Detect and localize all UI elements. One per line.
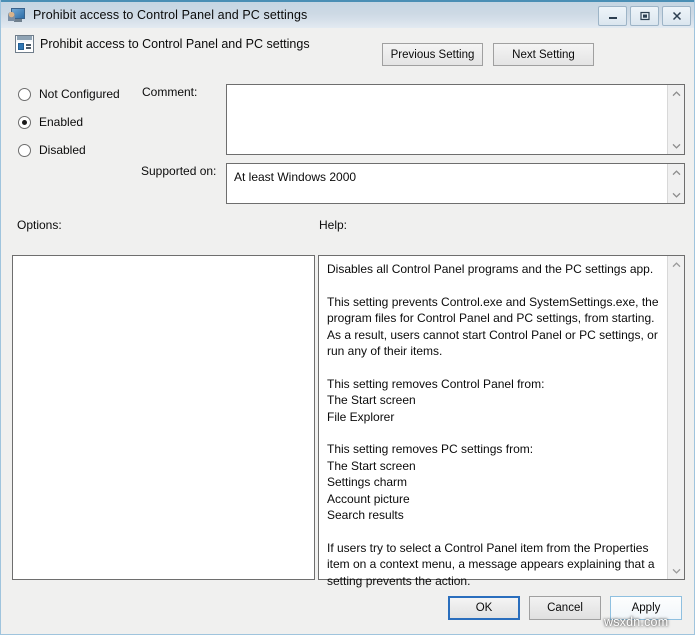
chevron-down-icon[interactable] (668, 562, 685, 579)
supported-on-value: At least Windows 2000 (234, 170, 356, 184)
computer-user-icon (8, 8, 25, 23)
group-policy-setting-dialog: Prohibit access to Control Panel and PC … (0, 0, 695, 635)
chevron-up-icon[interactable] (668, 256, 685, 273)
supported-on-field[interactable]: At least Windows 2000 (226, 163, 685, 204)
previous-setting-button[interactable]: Previous Setting (382, 43, 483, 66)
policy-setting-icon (15, 35, 34, 53)
radio-mark-disabled (18, 144, 31, 157)
radio-enabled[interactable]: Enabled (18, 115, 83, 129)
radio-disabled[interactable]: Disabled (18, 143, 86, 157)
window-title: Prohibit access to Control Panel and PC … (33, 8, 307, 22)
maximize-button[interactable] (630, 6, 659, 26)
radio-label-enabled: Enabled (39, 115, 83, 129)
comment-input[interactable] (226, 84, 685, 155)
setting-title: Prohibit access to Control Panel and PC … (40, 37, 310, 51)
comment-scrollbar[interactable] (667, 85, 684, 154)
title-bar[interactable]: Prohibit access to Control Panel and PC … (1, 0, 695, 28)
help-panel[interactable]: Disables all Control Panel programs and … (318, 255, 685, 580)
next-setting-button[interactable]: Next Setting (493, 43, 594, 66)
supported-on-label: Supported on: (141, 164, 216, 178)
minimize-button[interactable] (598, 6, 627, 26)
chevron-down-icon[interactable] (668, 137, 685, 154)
help-text: Disables all Control Panel programs and … (327, 261, 659, 589)
radio-label-disabled: Disabled (39, 143, 86, 157)
chevron-up-icon[interactable] (668, 164, 685, 181)
supported-on-scrollbar[interactable] (667, 164, 684, 203)
help-label: Help: (319, 218, 347, 232)
radio-mark-enabled (18, 116, 31, 129)
radio-not-configured[interactable]: Not Configured (18, 87, 120, 101)
apply-button[interactable]: Apply (610, 596, 682, 620)
help-scrollbar[interactable] (667, 256, 684, 579)
radio-label-not-configured: Not Configured (39, 87, 120, 101)
close-button[interactable] (662, 6, 691, 26)
chevron-up-icon[interactable] (668, 85, 685, 102)
window-controls (598, 6, 691, 26)
radio-mark-not-configured (18, 88, 31, 101)
ok-button[interactable]: OK (448, 596, 520, 620)
cancel-button[interactable]: Cancel (529, 596, 601, 620)
options-panel[interactable] (12, 255, 315, 580)
options-label: Options: (17, 218, 62, 232)
comment-label: Comment: (142, 85, 197, 99)
chevron-down-icon[interactable] (668, 186, 685, 203)
